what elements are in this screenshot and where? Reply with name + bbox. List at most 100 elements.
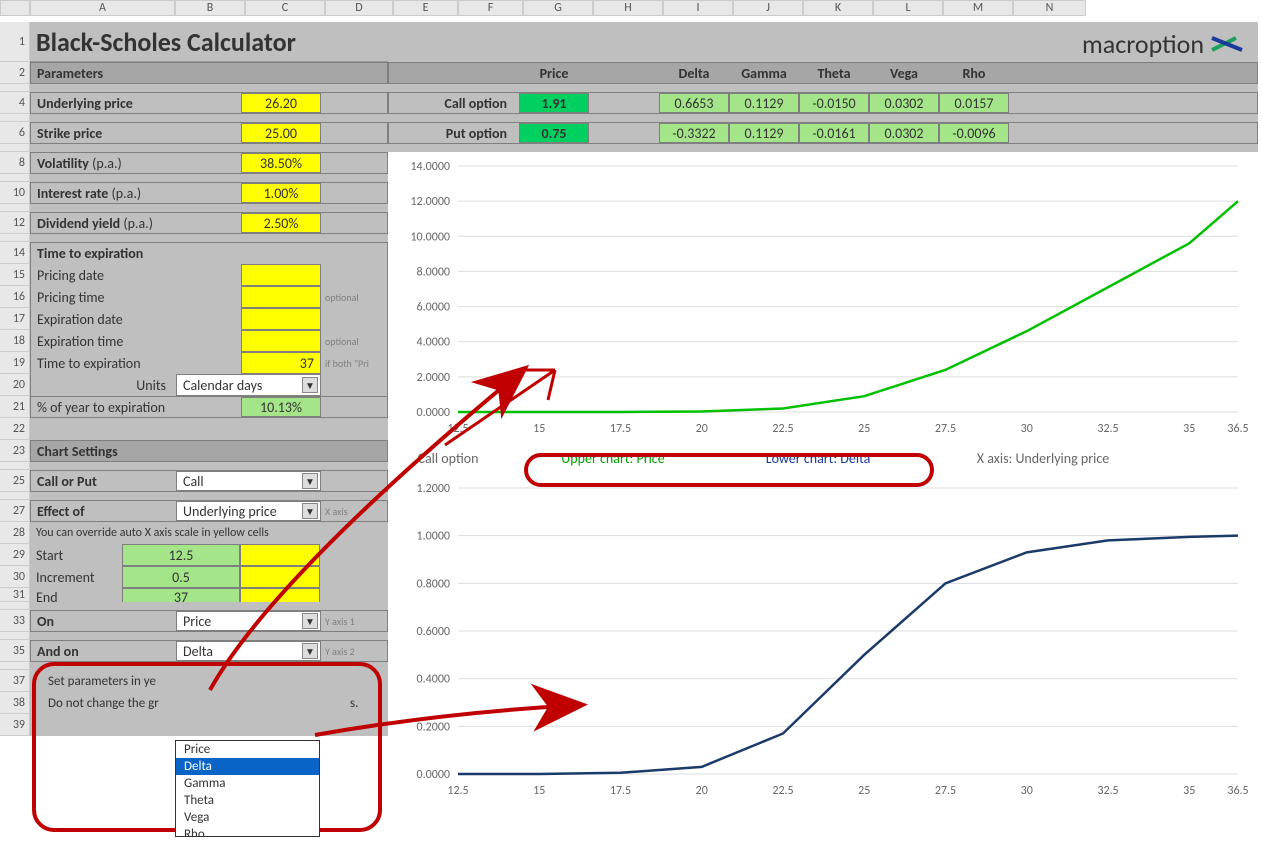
col-N[interactable]: N	[1013, 0, 1086, 16]
row-8[interactable]: 8	[0, 152, 30, 174]
row-35[interactable]: 35	[0, 640, 30, 662]
row-27[interactable]: 27	[0, 500, 30, 522]
interest-rate-input[interactable]: 1.00%	[241, 183, 321, 203]
col-K[interactable]: K	[803, 0, 873, 16]
time-to-exp-input[interactable]: 37	[241, 352, 321, 374]
dropdown-option[interactable]: Rho	[176, 826, 319, 836]
row-4[interactable]: 4	[0, 92, 30, 114]
time-to-exp-label: Time to expiration	[31, 355, 176, 372]
svg-text:12.5: 12.5	[447, 784, 468, 798]
start-value: 12.5	[122, 544, 240, 566]
svg-text:22.5: 22.5	[772, 422, 793, 436]
dropdown-arrow-icon: ▼	[302, 503, 318, 519]
row-headers: 1 2 4 6 8 10 12 14 15 16 17 18 19 20 21 …	[0, 22, 30, 736]
svg-text:27.5: 27.5	[935, 784, 956, 798]
expiration-date-label: Expiration date	[31, 311, 176, 328]
col-F[interactable]: F	[458, 0, 523, 16]
row-14[interactable]: 14	[0, 242, 30, 264]
pricing-date-input[interactable]	[241, 264, 321, 286]
row-18[interactable]: 18	[0, 330, 30, 352]
parameters-header: Parameters	[30, 62, 388, 84]
row-20[interactable]: 20	[0, 374, 30, 396]
dropdown-option[interactable]: Delta	[176, 758, 319, 775]
and-on-label: And on	[31, 643, 176, 660]
units-dropdown[interactable]: Calendar days ▼	[176, 374, 321, 396]
end-override[interactable]	[240, 588, 320, 602]
page-title: Black-Scholes Calculator	[30, 22, 388, 62]
row-16[interactable]: 16	[0, 286, 30, 308]
col-B[interactable]: B	[175, 0, 245, 16]
increment-value: 0.5	[122, 566, 240, 588]
svg-text:1.2000: 1.2000	[417, 482, 450, 496]
col-I[interactable]: I	[663, 0, 733, 16]
header-delta: Delta	[659, 65, 729, 82]
svg-text:15: 15	[533, 422, 545, 436]
row-37[interactable]: 37	[0, 670, 30, 692]
put-delta: -0.3322	[659, 123, 729, 143]
units-label: Units	[31, 377, 176, 394]
effect-of-label: Effect of	[31, 503, 176, 520]
dropdown-option[interactable]: Theta	[176, 792, 319, 809]
underlying-price-input[interactable]: 26.20	[241, 93, 321, 113]
dividend-yield-label: Dividend yield (p.a.)	[31, 215, 176, 232]
svg-text:1.0000: 1.0000	[417, 530, 450, 544]
row-12[interactable]: 12	[0, 212, 30, 234]
row-6[interactable]: 6	[0, 122, 30, 144]
svg-text:0.6000: 0.6000	[417, 625, 450, 639]
effect-of-dropdown[interactable]: Underlying price ▼	[176, 501, 321, 521]
on-dropdown[interactable]: Price ▼	[176, 611, 321, 631]
legend-xaxis: X axis: Underlying price	[918, 450, 1168, 467]
effect-of-hint: X axis	[321, 505, 389, 518]
expiration-date-input[interactable]	[241, 308, 321, 330]
increment-override[interactable]	[240, 566, 320, 588]
row-25[interactable]: 25	[0, 470, 30, 492]
col-E[interactable]: E	[393, 0, 458, 16]
row-2[interactable]: 2	[0, 62, 30, 84]
row-28[interactable]: 28	[0, 522, 30, 544]
row-38[interactable]: 38	[0, 692, 30, 714]
col-M[interactable]: M	[943, 0, 1013, 16]
expiration-time-input[interactable]	[241, 330, 321, 352]
row-30[interactable]: 30	[0, 566, 30, 588]
and-on-dropdown[interactable]: Delta ▼	[176, 641, 321, 661]
header-rho: Rho	[939, 65, 1009, 82]
col-J[interactable]: J	[733, 0, 803, 16]
strike-price-input[interactable]: 25.00	[241, 123, 321, 143]
override-note: You can override auto X axis scale in ye…	[30, 522, 388, 544]
start-override[interactable]	[240, 544, 320, 566]
row-19[interactable]: 19	[0, 352, 30, 374]
row-17[interactable]: 17	[0, 308, 30, 330]
row-22[interactable]: 22	[0, 418, 30, 440]
col-A[interactable]: A	[30, 0, 175, 16]
row-33[interactable]: 33	[0, 610, 30, 632]
svg-text:17.5: 17.5	[610, 422, 631, 436]
col-D[interactable]: D	[325, 0, 393, 16]
row-1[interactable]: 1	[0, 22, 30, 62]
dropdown-arrow-icon: ▼	[302, 377, 318, 393]
col-G[interactable]: G	[523, 0, 593, 16]
volatility-input[interactable]: 38.50%	[241, 153, 321, 173]
call-or-put-value: Call	[183, 473, 204, 490]
row-23[interactable]: 23	[0, 440, 30, 462]
on-label: On	[31, 613, 176, 630]
legend-upper: Upper chart: Price	[508, 450, 718, 467]
call-or-put-dropdown[interactable]: Call ▼	[176, 471, 321, 491]
row-21[interactable]: 21	[0, 396, 30, 418]
row-10[interactable]: 10	[0, 182, 30, 204]
row-31[interactable]: 31	[0, 588, 30, 602]
row-39[interactable]: 39	[0, 714, 30, 736]
dropdown-option[interactable]: Gamma	[176, 775, 319, 792]
dividend-yield-input[interactable]: 2.50%	[241, 213, 321, 233]
col-H[interactable]: H	[593, 0, 663, 16]
and-on-dropdown-list[interactable]: Price Delta Gamma Theta Vega Rho	[175, 740, 320, 837]
row-15[interactable]: 15	[0, 264, 30, 286]
col-C[interactable]: C	[245, 0, 325, 16]
call-delta: 0.6653	[659, 93, 729, 113]
pricing-time-input[interactable]	[241, 286, 321, 308]
dropdown-option[interactable]: Price	[176, 741, 319, 758]
logo-icon	[1210, 32, 1244, 56]
dropdown-option[interactable]: Vega	[176, 809, 319, 826]
col-L[interactable]: L	[873, 0, 943, 16]
row-29[interactable]: 29	[0, 544, 30, 566]
svg-text:27.5: 27.5	[935, 422, 956, 436]
